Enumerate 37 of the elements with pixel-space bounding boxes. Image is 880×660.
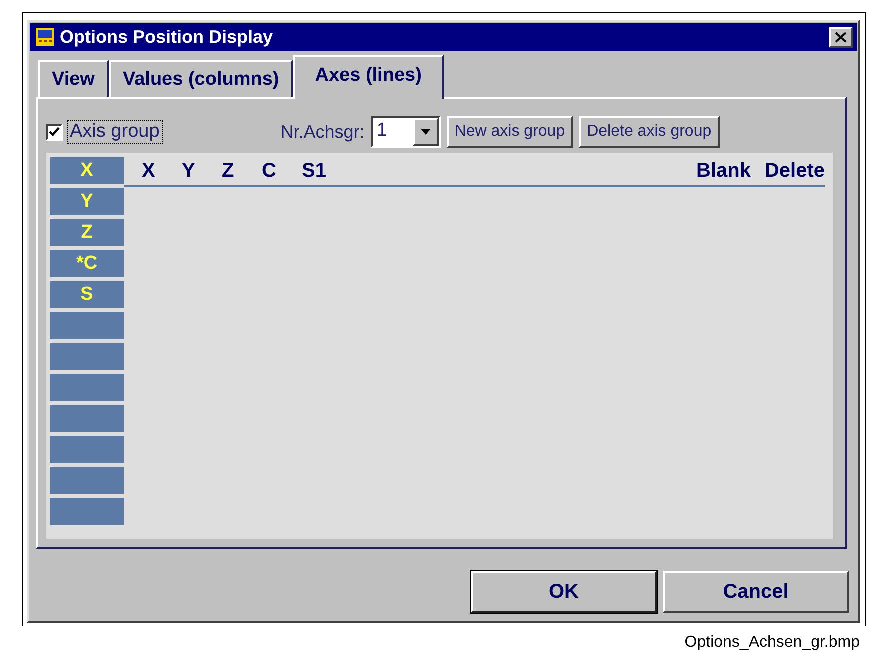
axis-row-label[interactable]: Y xyxy=(50,188,124,216)
column-header: Y xyxy=(182,160,196,182)
axis-row-label[interactable] xyxy=(50,498,124,526)
close-icon xyxy=(835,32,847,42)
column-header: Delete xyxy=(764,160,825,182)
axis-row-label[interactable]: *C xyxy=(50,250,124,278)
field-label: Nr.Achsgr: xyxy=(280,122,365,142)
axis-row-label[interactable] xyxy=(50,374,124,402)
axis-row-label[interactable] xyxy=(50,404,124,432)
axis-row-label[interactable]: S xyxy=(50,280,124,308)
dialog-button[interactable]: OK xyxy=(471,571,657,613)
checkbox-label: Axis group xyxy=(67,120,163,144)
column-header: S1 xyxy=(302,160,326,182)
figure-caption: Options_Achsen_gr.bmp xyxy=(684,634,861,652)
tab[interactable]: View xyxy=(38,60,109,97)
group-button[interactable]: Delete axis group xyxy=(579,116,720,148)
check-icon xyxy=(49,126,60,138)
axis-row-label[interactable] xyxy=(50,466,124,494)
group-dropdown[interactable]: 1 xyxy=(370,116,441,148)
dialog-button[interactable]: Cancel xyxy=(663,571,849,613)
axis-row-label[interactable] xyxy=(50,342,124,370)
axis-row-label[interactable]: Z xyxy=(50,218,124,246)
window-icon xyxy=(36,28,54,46)
column-header: Blank xyxy=(696,160,751,182)
window-title: Options Position Display xyxy=(60,26,274,48)
axis-row-label[interactable]: X xyxy=(50,157,124,184)
caret-icon xyxy=(420,129,431,135)
column-header: Z xyxy=(222,160,236,182)
tab[interactable]: Axes (lines) xyxy=(293,55,444,99)
column-header: X xyxy=(142,160,156,182)
checkbox[interactable] xyxy=(46,124,63,140)
axis-row-label[interactable] xyxy=(50,436,124,464)
dropdown-button[interactable] xyxy=(412,118,439,146)
group-button[interactable]: New axis group xyxy=(446,116,574,148)
column-header: C xyxy=(262,160,278,182)
axis-row-label[interactable] xyxy=(50,312,124,340)
close-button[interactable] xyxy=(829,26,853,48)
